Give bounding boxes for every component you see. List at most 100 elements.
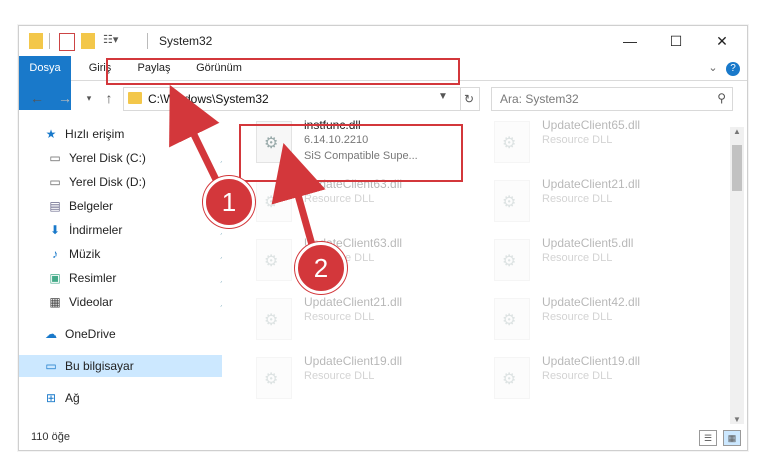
- nav-item-label: Bu bilgisayar: [65, 359, 134, 373]
- item-count: 110 öğe: [31, 431, 70, 443]
- dll-file-icon: ⚙: [494, 239, 530, 281]
- nav-item-onedrive[interactable]: ☁ OneDrive: [19, 323, 236, 345]
- close-button[interactable]: ✕: [699, 26, 745, 56]
- nav-item-quick-access[interactable]: ★ Hızlı erişim: [19, 123, 236, 145]
- nav-item-label: İndirmeler: [69, 223, 123, 237]
- file-description: Resource DLL: [542, 134, 613, 146]
- file-item[interactable]: ⚙ UpdateClient19.dll Resource DLL: [478, 351, 698, 405]
- star-icon: ★: [45, 127, 57, 141]
- explorer-window: ☷▾ System32 — ☐ ✕ Dosya Giriş Paylaş Gör…: [18, 25, 748, 451]
- chevron-down-icon[interactable]: ▼: [438, 91, 448, 102]
- folder-icon: [29, 33, 43, 49]
- file-name: UpdateClient21.dll: [304, 295, 403, 309]
- file-item[interactable]: ⚙ UpdateClient21.dll Resource DLL: [240, 292, 460, 346]
- divider: [147, 33, 148, 49]
- forward-arrow-icon[interactable]: →: [55, 88, 75, 108]
- file-item[interactable]: ⚙ UpdateClient5.dll Resource DLL: [478, 233, 698, 287]
- dll-file-icon: ⚙: [256, 357, 292, 399]
- dll-file-icon: ⚙: [494, 121, 530, 163]
- window-title: System32: [159, 34, 213, 48]
- nav-item-label: Müzik: [69, 247, 101, 261]
- dll-file-icon: ⚙: [494, 357, 530, 399]
- nav-item-pictures[interactable]: ▣ Resimler 📌: [19, 267, 240, 289]
- file-description: Resource DLL: [304, 370, 375, 382]
- nav-item-label: Resimler: [69, 271, 117, 285]
- drive-icon: ▭: [49, 175, 61, 189]
- file-item[interactable]: ⚙ UpdateClient63.dll Resource DLL: [240, 174, 460, 228]
- chevron-down-icon[interactable]: ⌄: [705, 56, 721, 80]
- file-description: Resource DLL: [304, 311, 375, 323]
- minimize-button[interactable]: —: [607, 26, 653, 56]
- scroll-up-icon[interactable]: ▲: [733, 127, 741, 136]
- music-icon: ♪: [52, 247, 58, 261]
- computer-icon: ▭: [45, 359, 57, 373]
- step-badge-2: 2: [295, 242, 347, 294]
- file-description: Resource DLL: [542, 311, 613, 323]
- file-item[interactable]: ⚙ UpdateClient42.dll Resource DLL: [478, 292, 698, 346]
- address-bar[interactable]: C:\Windows\System32 ▼: [123, 87, 461, 111]
- large-icons-view-icon[interactable]: ▦: [723, 430, 741, 446]
- file-name: UpdateClient5.dll: [542, 236, 634, 250]
- network-icon: ⊞: [45, 391, 57, 405]
- dll-file-icon: ⚙: [494, 298, 530, 340]
- nav-item-label: Belgeler: [69, 199, 114, 213]
- nav-item-this-pc[interactable]: ▭ Bu bilgisayar: [19, 355, 236, 377]
- status-bar: 110 öğe ☰ ▦: [19, 426, 747, 450]
- file-name: UpdateClient42.dll: [542, 295, 641, 309]
- help-icon[interactable]: ?: [725, 56, 741, 80]
- pictures-icon: ▣: [49, 271, 61, 285]
- nav-item-label: OneDrive: [65, 327, 116, 341]
- new-folder-icon[interactable]: [81, 33, 95, 49]
- vertical-scrollbar[interactable]: ▲ ▼: [730, 127, 744, 424]
- document-icon: ▤: [49, 199, 61, 213]
- customize-icon[interactable]: ☷▾: [103, 33, 121, 49]
- nav-item-label: Yerel Disk (D:): [69, 175, 146, 189]
- divider: [49, 33, 50, 49]
- file-name: UpdateClient19.dll: [542, 354, 641, 368]
- nav-item-label: Videolar: [69, 295, 113, 309]
- file-name: UpdateClient21.dll: [542, 177, 641, 191]
- address-row: ← → ▾ ↑ C:\Windows\System32 ▼ ↻ Ara: Sys…: [19, 81, 747, 115]
- file-item[interactable]: ⚙ UpdateClient65.dll Resource DLL: [478, 115, 698, 169]
- properties-icon[interactable]: [59, 33, 75, 51]
- nav-item-downloads[interactable]: ⬇ İndirmeler 📌: [19, 219, 240, 241]
- video-icon: ▦: [49, 295, 61, 309]
- file-item[interactable]: ⚙ UpdateClient63.dll Resource DLL: [240, 233, 460, 287]
- nav-item-label: Yerel Disk (C:): [69, 151, 146, 165]
- dll-file-icon: ⚙: [494, 180, 530, 222]
- file-description: Resource DLL: [542, 193, 613, 205]
- drive-icon: ▭: [49, 151, 61, 165]
- details-view-icon[interactable]: ☰: [699, 430, 717, 446]
- file-name: UpdateClient65.dll: [542, 118, 641, 132]
- search-icon: ⚲: [717, 91, 726, 105]
- file-name: UpdateClient19.dll: [304, 354, 403, 368]
- nav-item-music[interactable]: ♪ Müzik 📌: [19, 243, 240, 265]
- nav-item-network[interactable]: ⊞ Ağ: [19, 387, 236, 409]
- dll-file-icon: ⚙: [256, 180, 292, 222]
- file-item[interactable]: ⚙ UpdateClient21.dll Resource DLL: [478, 174, 698, 228]
- nav-item-videos[interactable]: ▦ Videolar 📌: [19, 291, 240, 313]
- recent-dropdown-icon[interactable]: ▾: [79, 88, 99, 108]
- view-toggles: ☰ ▦: [699, 430, 741, 446]
- refresh-icon[interactable]: ↻: [459, 87, 480, 111]
- step-badge-1: 1: [203, 176, 255, 228]
- address-path: C:\Windows\System32: [148, 92, 269, 106]
- navigation-pane: ★ Hızlı erişim ▭ Yerel Disk (C:) 📌 ▭ Yer…: [19, 115, 236, 426]
- maximize-button[interactable]: ☐: [653, 26, 699, 56]
- title-bar: ☷▾ System32 — ☐ ✕: [19, 26, 747, 56]
- dll-file-icon: ⚙: [256, 298, 292, 340]
- search-placeholder: Ara: System32: [500, 92, 579, 106]
- dll-file-icon: ⚙: [256, 239, 292, 281]
- search-input[interactable]: Ara: System32 ⚲: [491, 87, 733, 111]
- back-arrow-icon[interactable]: ←: [27, 88, 47, 108]
- file-description: Resource DLL: [304, 193, 375, 205]
- nav-item-disk-c[interactable]: ▭ Yerel Disk (C:) 📌: [19, 147, 240, 169]
- file-item[interactable]: ⚙ UpdateClient19.dll Resource DLL: [240, 351, 460, 405]
- address-highlight-box: [106, 58, 460, 85]
- download-icon: ⬇: [49, 223, 61, 237]
- scroll-down-icon[interactable]: ▼: [733, 415, 741, 424]
- up-arrow-icon[interactable]: ↑: [99, 88, 119, 108]
- folder-icon: [128, 92, 142, 104]
- file-description: Resource DLL: [542, 252, 613, 264]
- scrollbar-thumb[interactable]: [732, 145, 742, 191]
